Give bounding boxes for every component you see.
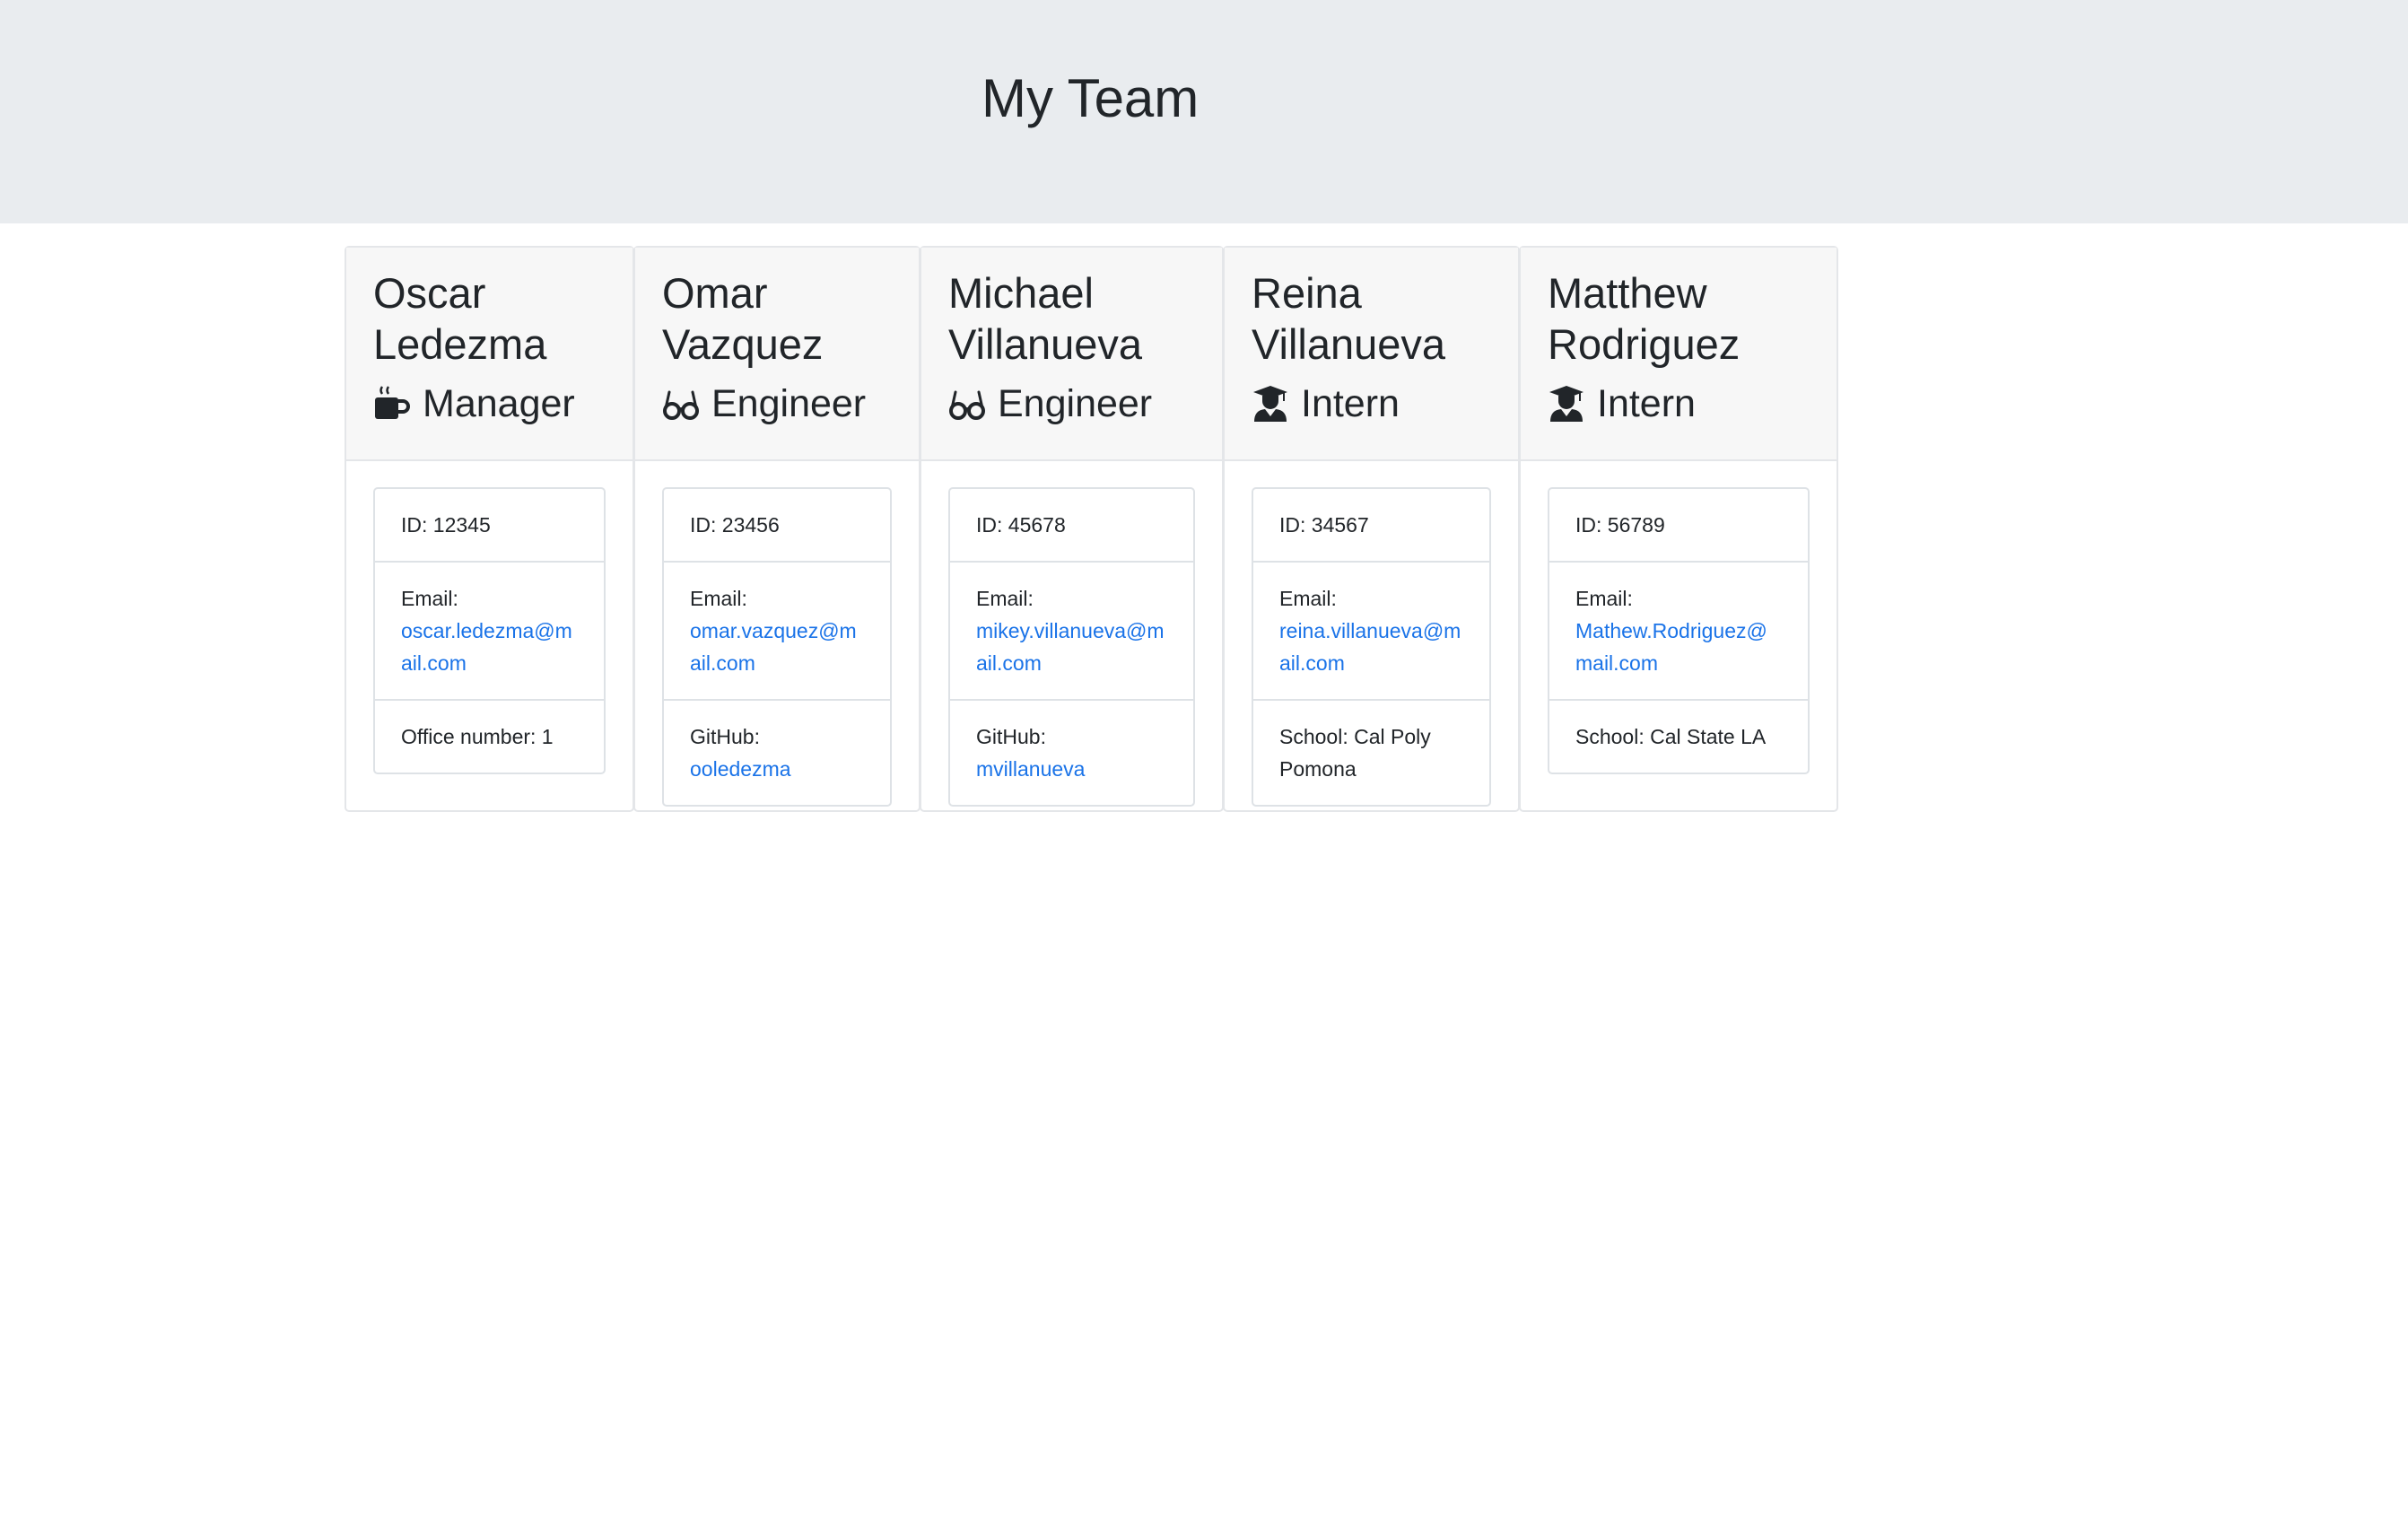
- role-label: Intern: [1597, 382, 1696, 425]
- details-list: ID: 23456 Email: omar.vazquez@mail.com G…: [662, 487, 892, 807]
- school: School: Cal Poly Pomona: [1253, 699, 1489, 805]
- card-body: ID: 23456 Email: omar.vazquez@mail.com G…: [635, 461, 919, 833]
- employee-card: Michael Villanueva Engineer ID: 45678 Em…: [920, 246, 1224, 812]
- employee-last-name: Villanueva: [948, 320, 1143, 368]
- employee-first-name: Oscar: [373, 269, 486, 317]
- employee-email: Email: reina.villanueva@mail.com: [1253, 561, 1489, 699]
- employee-id: ID: 45678: [976, 513, 1066, 537]
- employee-last-name: Ledezma: [373, 320, 547, 368]
- graduate-icon: [1253, 386, 1287, 422]
- employee-id: ID: 34567: [1279, 513, 1369, 537]
- employee-name: Reina Villanueva: [1252, 267, 1518, 370]
- email-label: Email:: [690, 587, 747, 610]
- graduate-icon: [1549, 386, 1584, 422]
- page-title: My Team: [982, 68, 1200, 128]
- card-header: Omar Vazquez Engineer: [635, 248, 919, 461]
- github: GitHub: ooledezma: [664, 699, 890, 805]
- employee-email: Email: Mathew.Rodriguez@mail.com: [1549, 561, 1808, 699]
- employee-first-name: Omar: [662, 269, 768, 317]
- employee-card: Reina Villanueva Intern ID: 34567 Email:…: [1223, 246, 1520, 812]
- email-link[interactable]: oscar.ledezma@mail.com: [401, 615, 578, 679]
- card-body: ID: 45678 Email: mikey.villanueva@mail.c…: [921, 461, 1222, 833]
- page-header: My Team: [0, 0, 2408, 223]
- employee-name: Oscar Ledezma: [373, 267, 633, 370]
- email-label: Email:: [401, 587, 458, 610]
- employee-name: Matthew Rodriguez: [1548, 267, 1837, 370]
- details-list: ID: 12345 Email: oscar.ledezma@mail.com …: [373, 487, 606, 774]
- employee-last-name: Rodriguez: [1548, 320, 1741, 368]
- employee-first-name: Michael: [948, 269, 1094, 317]
- glasses-icon: [663, 390, 699, 420]
- glasses-icon: [949, 390, 985, 420]
- github-link[interactable]: mvillanueva: [976, 753, 1167, 785]
- employee-id: ID: 23456: [690, 513, 780, 537]
- details-list: ID: 45678 Email: mikey.villanueva@mail.c…: [948, 487, 1195, 807]
- employee-role: Intern: [1548, 381, 1837, 426]
- card-header: Reina Villanueva Intern: [1225, 248, 1518, 461]
- employee-role: Intern: [1252, 381, 1518, 426]
- employee-role: Engineer: [948, 381, 1222, 426]
- employee-id: ID: 56789: [1575, 513, 1665, 537]
- school: School: Cal State LA: [1549, 699, 1808, 773]
- employee-role: Manager: [373, 381, 633, 426]
- office-number: Office number: 1: [375, 699, 604, 773]
- details-list: ID: 34567 Email: reina.villanueva@mail.c…: [1252, 487, 1491, 807]
- employee-last-name: Villanueva: [1252, 320, 1446, 368]
- employee-first-name: Matthew: [1548, 269, 1707, 317]
- card-header: Matthew Rodriguez Intern: [1521, 248, 1837, 461]
- email-link[interactable]: reina.villanueva@mail.com: [1279, 615, 1463, 679]
- employee-name: Omar Vazquez: [662, 267, 919, 370]
- card-header: Oscar Ledezma Manager: [346, 248, 633, 461]
- email-label: Email:: [1279, 587, 1337, 610]
- email-label: Email:: [976, 587, 1034, 610]
- employee-name: Michael Villanueva: [948, 267, 1222, 370]
- role-label: Engineer: [998, 382, 1153, 425]
- employee-card: Oscar Ledezma Manager ID: 12345 Email: o…: [345, 246, 634, 812]
- email-link[interactable]: omar.vazquez@mail.com: [690, 615, 864, 679]
- employee-email: Email: oscar.ledezma@mail.com: [375, 561, 604, 699]
- employee-email: Email: mikey.villanueva@mail.com: [950, 561, 1193, 699]
- employee-card: Omar Vazquez Engineer ID: 23456 Email: o…: [633, 246, 920, 812]
- employee-role: Engineer: [662, 381, 919, 426]
- details-list: ID: 56789 Email: Mathew.Rodriguez@mail.c…: [1548, 487, 1810, 774]
- email-label: Email:: [1575, 587, 1633, 610]
- role-label: Engineer: [711, 382, 867, 425]
- github-label: GitHub:: [690, 725, 760, 748]
- card-body: ID: 12345 Email: oscar.ledezma@mail.com …: [346, 461, 633, 800]
- email-link[interactable]: Mathew.Rodriguez@mail.com: [1575, 615, 1782, 679]
- employee-email: Email: omar.vazquez@mail.com: [664, 561, 890, 699]
- role-label: Manager: [423, 382, 575, 425]
- employee-first-name: Reina: [1252, 269, 1362, 317]
- github: GitHub: mvillanueva: [950, 699, 1193, 805]
- card-body: ID: 34567 Email: reina.villanueva@mail.c…: [1225, 461, 1518, 833]
- github-label: GitHub:: [976, 725, 1046, 748]
- employee-last-name: Vazquez: [662, 320, 824, 368]
- card-header: Michael Villanueva Engineer: [921, 248, 1222, 461]
- github-link[interactable]: ooledezma: [690, 753, 864, 785]
- employee-id: ID: 12345: [401, 513, 491, 537]
- employee-card: Matthew Rodriguez Intern ID: 56789 Email…: [1519, 246, 1838, 812]
- card-body: ID: 56789 Email: Mathew.Rodriguez@mail.c…: [1521, 461, 1837, 800]
- coffee-cup-icon: [375, 386, 410, 419]
- role-label: Intern: [1301, 382, 1400, 425]
- email-link[interactable]: mikey.villanueva@mail.com: [976, 615, 1167, 679]
